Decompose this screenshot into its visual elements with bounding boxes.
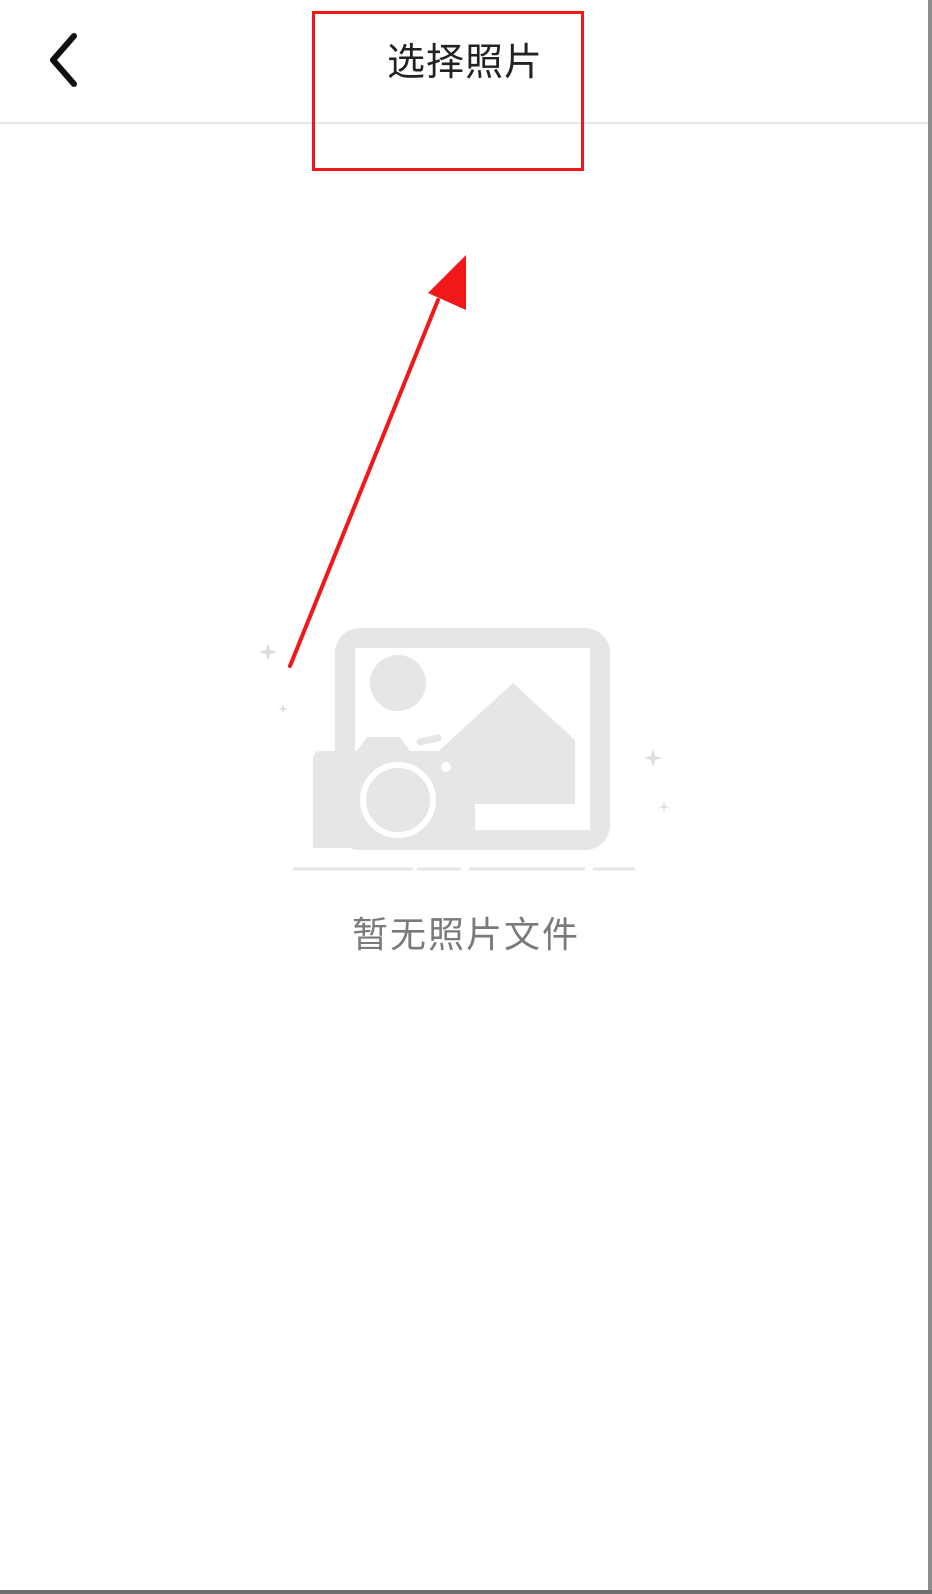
chevron-left-icon [43,31,85,93]
empty-photo-illustration [255,620,675,890]
photo-picker-screen: 选择照片 暂无照片文件 [0,0,932,1594]
back-button[interactable] [34,30,94,94]
bottom-border [0,1590,932,1594]
page-title: 选择照片 [386,40,543,84]
right-border [928,0,932,1594]
empty-state-message: 暂无照片文件 [351,915,580,956]
top-navigation-bar: 选择照片 [0,0,932,124]
photo-camera-empty-icon [259,628,670,871]
